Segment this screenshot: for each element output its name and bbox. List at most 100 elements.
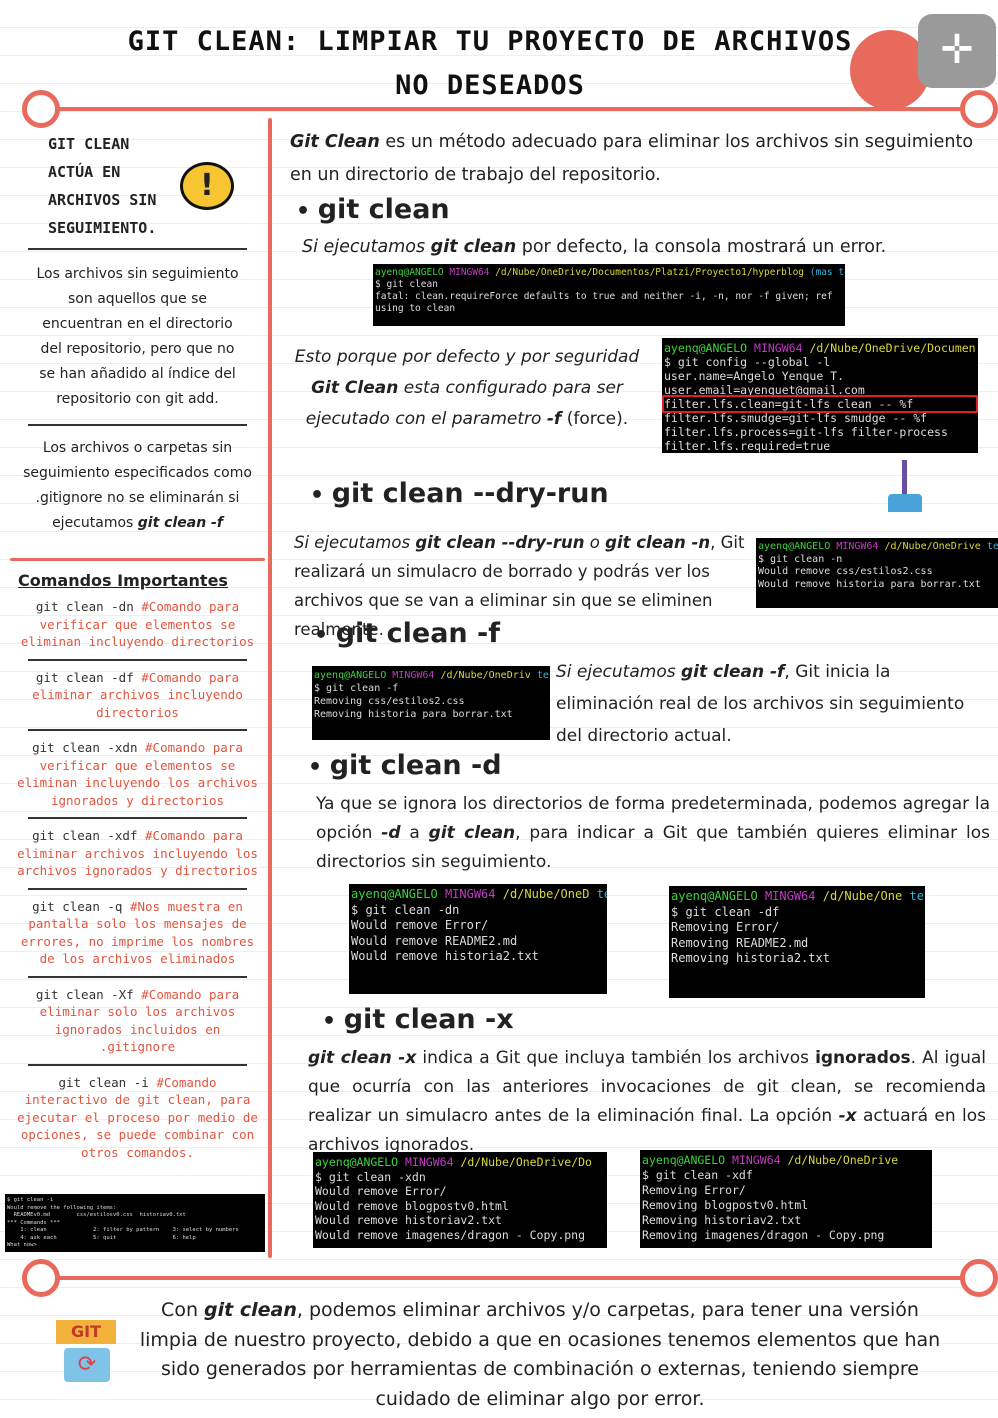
terminal-line: Removing blogpostv0.html: [642, 1198, 809, 1212]
commands-list: git clean -dn #Comando para verificar qu…: [10, 598, 265, 1161]
terminal-line: Would remove Error/: [351, 918, 489, 932]
divider: [28, 1063, 247, 1066]
command-text: git clean -i: [58, 1074, 149, 1090]
section-title-ignored: git clean -x: [322, 1004, 514, 1035]
b: Git Clean: [311, 378, 399, 398]
terminal-line: $ git clean -df: [671, 904, 780, 919]
t: Con: [161, 1299, 205, 1321]
gitignore-note: Los archivos o carpetas sin seguimiento …: [10, 432, 265, 540]
prompt-user: ayenq@ANGELO: [315, 1155, 399, 1169]
prompt-path: /d/Nube/OneDrive: [787, 1153, 899, 1167]
terminal-prompt: ayenq@ANGELO MINGW64 /d/Nube/OneDrive: [642, 1153, 930, 1168]
terminal-line: filter.lfs.smudge=git-lfs smudge -- %f: [664, 411, 928, 425]
terminal-line: Would remove historiav2.txt: [315, 1213, 502, 1227]
b: git clean -x: [308, 1048, 417, 1068]
commands-title: Comandos Importantes: [18, 571, 228, 590]
command-text: git clean -xdf: [32, 828, 138, 843]
terminal-line: Would remove Error/: [315, 1184, 447, 1198]
terminal-line: fatal: clean.requireForce defaults to tr…: [375, 291, 833, 302]
b: git clean: [204, 1299, 297, 1321]
prompt-host: MINGW64: [405, 1155, 454, 1169]
terminal-line: Would remove imagenes/dragon - Copy.png: [315, 1227, 586, 1242]
command-item: git clean -dn #Comando para verificar qu…: [16, 598, 259, 651]
untracked-definition: Los archivos sin seguimiento son aquello…: [36, 266, 239, 407]
terminal-line: using to clean: [375, 303, 456, 314]
left-heading: GIT CLEAN ACTÚA EN ARCHIVOS SIN SEGUIMIE…: [48, 135, 157, 237]
b: ignorados: [815, 1048, 911, 1068]
terminal-line: Would remove historia2.txt: [351, 949, 539, 963]
section-title-dry-run: git clean --dry-run: [310, 478, 609, 509]
command-item: git clean -i #Comando interactivo de git…: [16, 1074, 259, 1162]
terminal-prompt: ayenq@ANGELO MINGW64 /d/Nube/OneD ter): [351, 887, 607, 903]
terminal-line: Removing historiav2.txt: [642, 1213, 802, 1227]
section-5-text: git clean -x indica a Git que incluya ta…: [308, 1044, 986, 1160]
terminal-dry-run: ayenq@ANGELO MINGW64 /d/Nube/OneDrive te…: [756, 538, 998, 608]
git-logo-text: GIT: [56, 1320, 116, 1344]
command-text: git clean -q: [32, 898, 123, 914]
prompt-user: ayenq@ANGELO: [664, 341, 748, 355]
divider: [10, 558, 265, 561]
prompt-user: ayenq@ANGELO: [351, 887, 438, 901]
prompt-path: /d/Nube/OneDrive/Do: [460, 1155, 592, 1169]
prompt-path: /d/Nube/OneDrive/Documen: [809, 341, 976, 355]
section-4-text: Ya que se ignora los directorios de form…: [316, 790, 990, 877]
terminal-git-clean: ayenq@ANGELO MINGW64 /d/Nube/OneDrive/Do…: [373, 264, 845, 326]
prompt-host: MINGW64: [392, 670, 435, 681]
t: Esto porque por defecto y por seguridad: [294, 347, 640, 367]
terminal-line: Removing Error/: [642, 1183, 746, 1197]
divider-circle: [22, 90, 60, 128]
page-title: GIT CLEAN: LIMPIAR TU PROYECTO DE ARCHIV…: [127, 26, 853, 101]
divider-circle: [960, 1259, 998, 1297]
prompt-host: MINGW64: [732, 1153, 781, 1167]
divider-circle: [960, 90, 998, 128]
command-text: git clean -xdn: [32, 740, 138, 755]
t: Si ejecutamos: [302, 237, 431, 257]
command-item: git clean -Xf #Comando para eliminar sol…: [16, 986, 259, 1056]
intro: Git Clean es un método adecuado para eli…: [290, 126, 980, 192]
note-cmd: git clean -f: [137, 515, 223, 531]
prompt-branch: ter): [909, 889, 925, 903]
section-title-force: git clean -f: [314, 618, 500, 649]
terminal-line: $ git clean: [375, 279, 438, 290]
command-item: git clean -xdf #Comando para eliminar ar…: [16, 827, 259, 880]
terminal-line: $ git config --global -l: [664, 355, 831, 369]
terminal-line: filter.lfs.process=git-lfs filter-proces…: [664, 425, 948, 439]
terminal-line: user.email=ayenquet@gmail.com: [664, 383, 865, 397]
terminal-prompt: ayenq@ANGELO MINGW64 /d/Nube/OneDriv ter…: [314, 669, 550, 682]
terminal-line: READMEv0.md css/estilosv0.css historiav0…: [7, 1212, 186, 1218]
terminal-line: Would remove README2.md: [351, 933, 518, 948]
prompt-branch: ter): [986, 541, 998, 552]
divider: [28, 887, 247, 890]
terminal-prompt: ayenq@ANGELO MINGW64 /d/Nube/One ter): [671, 889, 925, 905]
terminal-line: Removing historia2.txt: [671, 951, 830, 965]
terminal-line: $ git clean -xdn: [315, 1169, 426, 1184]
terminal-line: Would remove css/estilos2.css: [758, 566, 933, 577]
b: -x: [838, 1106, 857, 1126]
b: git clean: [430, 237, 517, 257]
terminal-line: Removing historia para borrar.txt: [314, 709, 513, 720]
terminal-line: $ git clean -n: [758, 553, 843, 565]
divider: [28, 975, 247, 978]
terminal-line: 4: ask each 5: quit 6: help: [7, 1234, 196, 1241]
t: indica a Git que incluya también los arc…: [416, 1048, 816, 1068]
prompt-user: ayenq@ANGELO: [642, 1153, 726, 1167]
b: git clean -n: [605, 533, 711, 552]
prompt-path: /d/Nube/One: [822, 889, 903, 903]
b: -d: [381, 823, 401, 843]
prompt-user: ayenq@ANGELO: [375, 267, 444, 278]
terminal-xdn: ayenq@ANGELO MINGW64 /d/Nube/OneDrive/Do…: [313, 1152, 607, 1248]
terminal-line: What now>: [7, 1242, 37, 1248]
section-3-text: Si ejecutamos git clean -f, Git inicia l…: [556, 656, 986, 752]
prompt-host: MINGW64: [836, 541, 879, 552]
terminal-prompt: ayenq@ANGELO MINGW64 /d/Nube/OneDrive/Do…: [375, 267, 845, 279]
t: (force).: [561, 409, 629, 429]
prompt-path: /d/Nube/OneDrive/Documentos/Platzi/Proye…: [495, 267, 805, 278]
divider: [28, 658, 247, 661]
divider: [28, 729, 247, 731]
divider: [40, 1276, 998, 1280]
prompt-host: MINGW64: [449, 267, 490, 278]
prompt-user: ayenq@ANGELO: [314, 670, 387, 681]
terminal-line: Removing Error/: [671, 920, 780, 934]
prompt-user: ayenq@ANGELO: [758, 541, 831, 552]
collapse-button[interactable]: ✛: [918, 14, 996, 88]
